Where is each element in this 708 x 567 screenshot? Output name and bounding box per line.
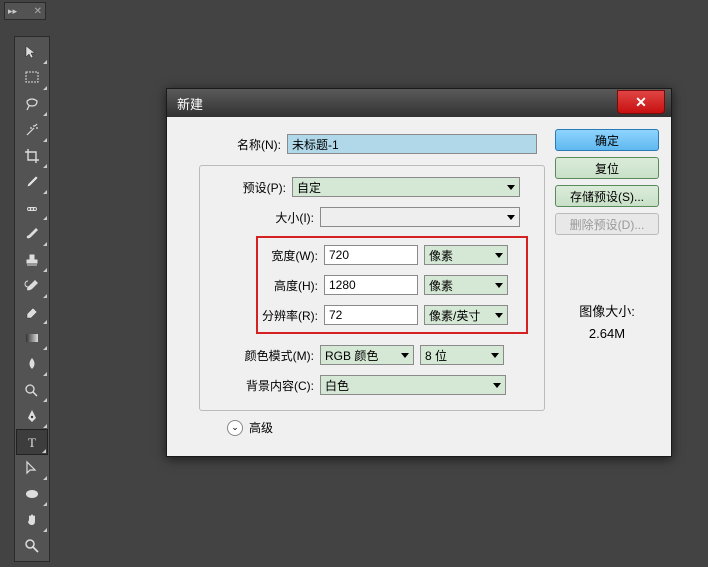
shape-tool[interactable]	[16, 481, 48, 507]
width-unit-dropdown[interactable]: 像素	[424, 245, 508, 265]
preset-fieldset: 预设(P): 自定 大小(I): 宽度(W): 像素 高度(H):	[199, 165, 545, 411]
move-tool[interactable]	[16, 39, 48, 65]
preset-dropdown[interactable]: 自定	[292, 177, 520, 197]
width-input[interactable]	[324, 245, 418, 265]
chevron-down-icon	[493, 383, 501, 388]
history-brush-tool[interactable]	[16, 273, 48, 299]
eraser-tool[interactable]	[16, 299, 48, 325]
dimension-highlight-box: 宽度(W): 像素 高度(H): 像素 分辨率(R): 像素/英寸	[256, 236, 528, 334]
svg-text:T: T	[28, 435, 36, 450]
magic-wand-tool[interactable]	[16, 117, 48, 143]
advanced-label: 高级	[249, 419, 273, 436]
chevron-down-icon	[507, 185, 515, 190]
save-preset-button[interactable]: 存储预设(S)...	[555, 185, 659, 207]
name-label: 名称(N):	[179, 136, 287, 153]
pen-tool[interactable]	[16, 403, 48, 429]
preset-label: 预设(P):	[206, 179, 292, 196]
spot-heal-tool[interactable]	[16, 195, 48, 221]
gradient-tool[interactable]	[16, 325, 48, 351]
chevron-down-icon	[495, 283, 503, 288]
path-select-tool[interactable]	[16, 455, 48, 481]
height-input[interactable]	[324, 275, 418, 295]
height-label: 高度(H):	[262, 277, 324, 294]
dodge-tool[interactable]	[16, 377, 48, 403]
stamp-tool[interactable]	[16, 247, 48, 273]
width-label: 宽度(W):	[262, 247, 324, 264]
zoom-tool[interactable]	[16, 533, 48, 559]
resolution-input[interactable]	[324, 305, 418, 325]
dialog-close-button[interactable]: ✕	[617, 90, 665, 114]
advanced-toggle[interactable]: ⌄	[227, 420, 243, 436]
panel-collapse-header[interactable]: ▸▸ ✕	[4, 2, 46, 20]
colordepth-dropdown[interactable]: 8 位	[420, 345, 504, 365]
size-label: 大小(I):	[206, 209, 320, 226]
resolution-unit-dropdown[interactable]: 像素/英寸	[424, 305, 508, 325]
chevron-down-icon	[495, 253, 503, 258]
tools-toolbar: T	[14, 36, 50, 562]
close-icon[interactable]: ✕	[34, 6, 42, 17]
delete-preset-button: 删除预设(D)...	[555, 213, 659, 235]
reset-button[interactable]: 复位	[555, 157, 659, 179]
colormode-label: 颜色模式(M):	[232, 347, 320, 364]
blur-tool[interactable]	[16, 351, 48, 377]
brush-tool[interactable]	[16, 221, 48, 247]
image-size-label: 图像大小:	[555, 301, 659, 320]
hand-tool[interactable]	[16, 507, 48, 533]
chevron-down-icon	[491, 353, 499, 358]
dialog-title: 新建	[177, 94, 203, 113]
bgcontent-dropdown[interactable]: 白色	[320, 375, 506, 395]
crop-tool[interactable]	[16, 143, 48, 169]
chevron-down-icon	[401, 353, 409, 358]
resolution-label: 分辨率(R):	[262, 307, 324, 324]
height-unit-dropdown[interactable]: 像素	[424, 275, 508, 295]
expand-icon: ▸▸	[8, 6, 17, 17]
ok-button[interactable]: 确定	[555, 129, 659, 151]
dialog-titlebar[interactable]: 新建 ✕	[167, 89, 671, 117]
type-tool[interactable]: T	[16, 429, 48, 455]
close-x-icon: ✕	[635, 94, 647, 111]
size-dropdown[interactable]	[320, 207, 520, 227]
lasso-tool[interactable]	[16, 91, 48, 117]
marquee-tool[interactable]	[16, 65, 48, 91]
chevron-down-icon	[495, 313, 503, 318]
new-document-dialog: 新建 ✕ 名称(N): 预设(P): 自定 大小(I): 宽度(W):	[166, 88, 672, 457]
chevron-down-icon	[507, 215, 515, 220]
name-input[interactable]	[287, 134, 537, 154]
colormode-dropdown[interactable]: RGB 颜色	[320, 345, 414, 365]
bgcontent-label: 背景内容(C):	[232, 377, 320, 394]
eyedropper-tool[interactable]	[16, 169, 48, 195]
image-size-value: 2.64M	[555, 326, 659, 341]
